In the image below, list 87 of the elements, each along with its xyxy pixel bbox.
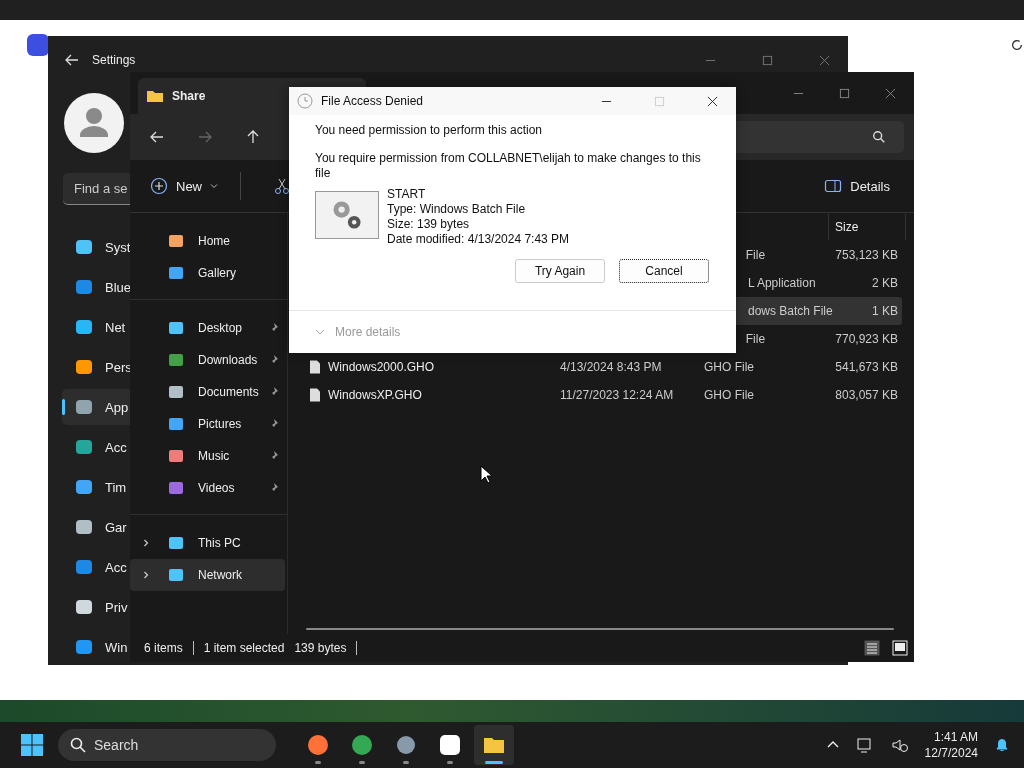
file-type: File [745, 332, 766, 346]
settings-search-field[interactable]: Find a se [63, 173, 130, 205]
scissors-icon[interactable] [273, 177, 291, 195]
file-name: START [387, 187, 427, 202]
file-icon [308, 388, 322, 402]
up-arrow-icon[interactable] [245, 129, 261, 145]
file-size: 803,057 KB [835, 388, 898, 402]
details-pane-icon [824, 177, 843, 195]
nav-pane-item[interactable]: Music [130, 440, 285, 472]
new-button[interactable]: New [142, 171, 226, 201]
nav-pane-item[interactable]: Home [130, 225, 285, 257]
clock-time[interactable]: 1:41 AM [933, 729, 978, 745]
bell-icon[interactable] [994, 737, 1010, 753]
file-size: 753,123 KB [835, 248, 898, 262]
file-date: Date modified: 4/13/2024 7:43 PM [387, 232, 570, 247]
file-type: File [745, 248, 766, 262]
file-type: L Application [748, 276, 816, 290]
nav-pane-item[interactable]: Network [130, 559, 285, 591]
settings-nav-item[interactable]: Pers [62, 349, 130, 385]
file-row[interactable]: WindowsXP.GHO 11/27/2023 12:24 AM GHO File 803,057 KB [296, 381, 902, 409]
nav-pane-item[interactable]: Desktop [130, 312, 285, 344]
search-icon [872, 130, 886, 144]
forward-arrow-icon[interactable] [197, 129, 213, 145]
avatar-icon [64, 93, 124, 153]
mouse-pointer-icon [480, 465, 492, 485]
settings-nav-item[interactable]: Acc [62, 429, 130, 465]
muted-speaker-icon[interactable] [890, 736, 909, 754]
file-type: GHO File [704, 388, 754, 402]
search-icon [70, 737, 86, 753]
details-view-icon[interactable] [864, 640, 880, 656]
dialog-button[interactable]: Try Again [515, 259, 605, 283]
file-size: Size: 139 bytes [387, 217, 471, 232]
settings-nav-item[interactable]: Priv [62, 589, 130, 625]
file-row[interactable]: Windows2000.GHO 4/13/2024 8:43 PM GHO File 541,673 KB [296, 353, 902, 381]
status-text: 139 bytes [294, 641, 347, 655]
file-date: 4/13/2024 8:43 PM [560, 360, 662, 374]
taskbar-search-field[interactable]: Search [58, 729, 276, 761]
file-type: GHO File [704, 360, 754, 374]
dialog-heading: You need permission to perform this action [315, 123, 543, 137]
maximize-icon[interactable] [839, 87, 850, 99]
chevron-icon[interactable] [142, 539, 150, 547]
nav-pane-item[interactable]: Downloads [130, 344, 285, 376]
plus-circle-icon [150, 177, 168, 195]
settings-nav-item[interactable]: Acc [62, 549, 130, 585]
file-size: 541,673 KB [835, 360, 898, 374]
status-text: 6 items [144, 641, 183, 655]
settings-nav-item[interactable]: Syst [62, 229, 130, 265]
reload-icon[interactable] [1010, 38, 1024, 52]
file-date: 11/27/2023 12:24 AM [560, 388, 674, 402]
nav-pane-item[interactable]: Documents [130, 376, 285, 408]
file-name: Windows2000.GHO [328, 360, 435, 374]
settings-nav-item[interactable]: Gar [62, 509, 130, 545]
status-text: 1 item selected [203, 641, 285, 655]
file-type: Type: Windows Batch File [387, 202, 527, 217]
nav-pane-item[interactable]: Gallery [130, 257, 285, 289]
settings-nav-item[interactable]: Tim [62, 469, 130, 505]
start-icon[interactable] [20, 733, 44, 757]
nav-pane-item[interactable]: Pictures [130, 408, 285, 440]
file-size: 1 KB [872, 304, 898, 318]
chevron-icon [315, 327, 325, 337]
chevron-icon[interactable] [142, 571, 150, 579]
file-name: WindowsXP.GHO [328, 388, 422, 402]
close-icon[interactable] [707, 95, 718, 107]
file-size: 770,923 KB [835, 332, 898, 346]
settings-nav-item[interactable]: Win [62, 629, 130, 665]
back-arrow-icon[interactable] [149, 129, 165, 145]
dialog-message: You require permission from COLLABNET\elijah to make changes to this file [315, 151, 702, 181]
file-size: 2 KB [872, 276, 898, 290]
caret-icon [210, 182, 218, 190]
thumbnail-view-icon[interactable] [892, 640, 908, 656]
window-title: Settings [92, 53, 136, 67]
scrollbar[interactable] [306, 628, 894, 630]
file-type: dows Batch File [748, 304, 833, 318]
clock-date[interactable]: 12/7/2024 [924, 745, 978, 761]
settings-nav-item[interactable]: Blue [62, 269, 130, 305]
dialog-button[interactable]: Cancel [619, 259, 709, 283]
back-arrow-icon[interactable] [64, 52, 80, 68]
nav-pane-item[interactable]: Videos [130, 472, 285, 504]
settings-nav-item[interactable]: App [62, 389, 130, 425]
column-header[interactable]: Size [829, 220, 905, 234]
taskbar-app[interactable] [474, 725, 514, 765]
details-button[interactable]: Details [816, 171, 898, 201]
file-icon [308, 360, 322, 374]
settings-nav-item[interactable]: Net [62, 309, 130, 345]
clock-icon [297, 93, 313, 109]
nav-pane-item[interactable]: This PC [130, 527, 285, 559]
maximize-icon[interactable] [762, 54, 773, 66]
